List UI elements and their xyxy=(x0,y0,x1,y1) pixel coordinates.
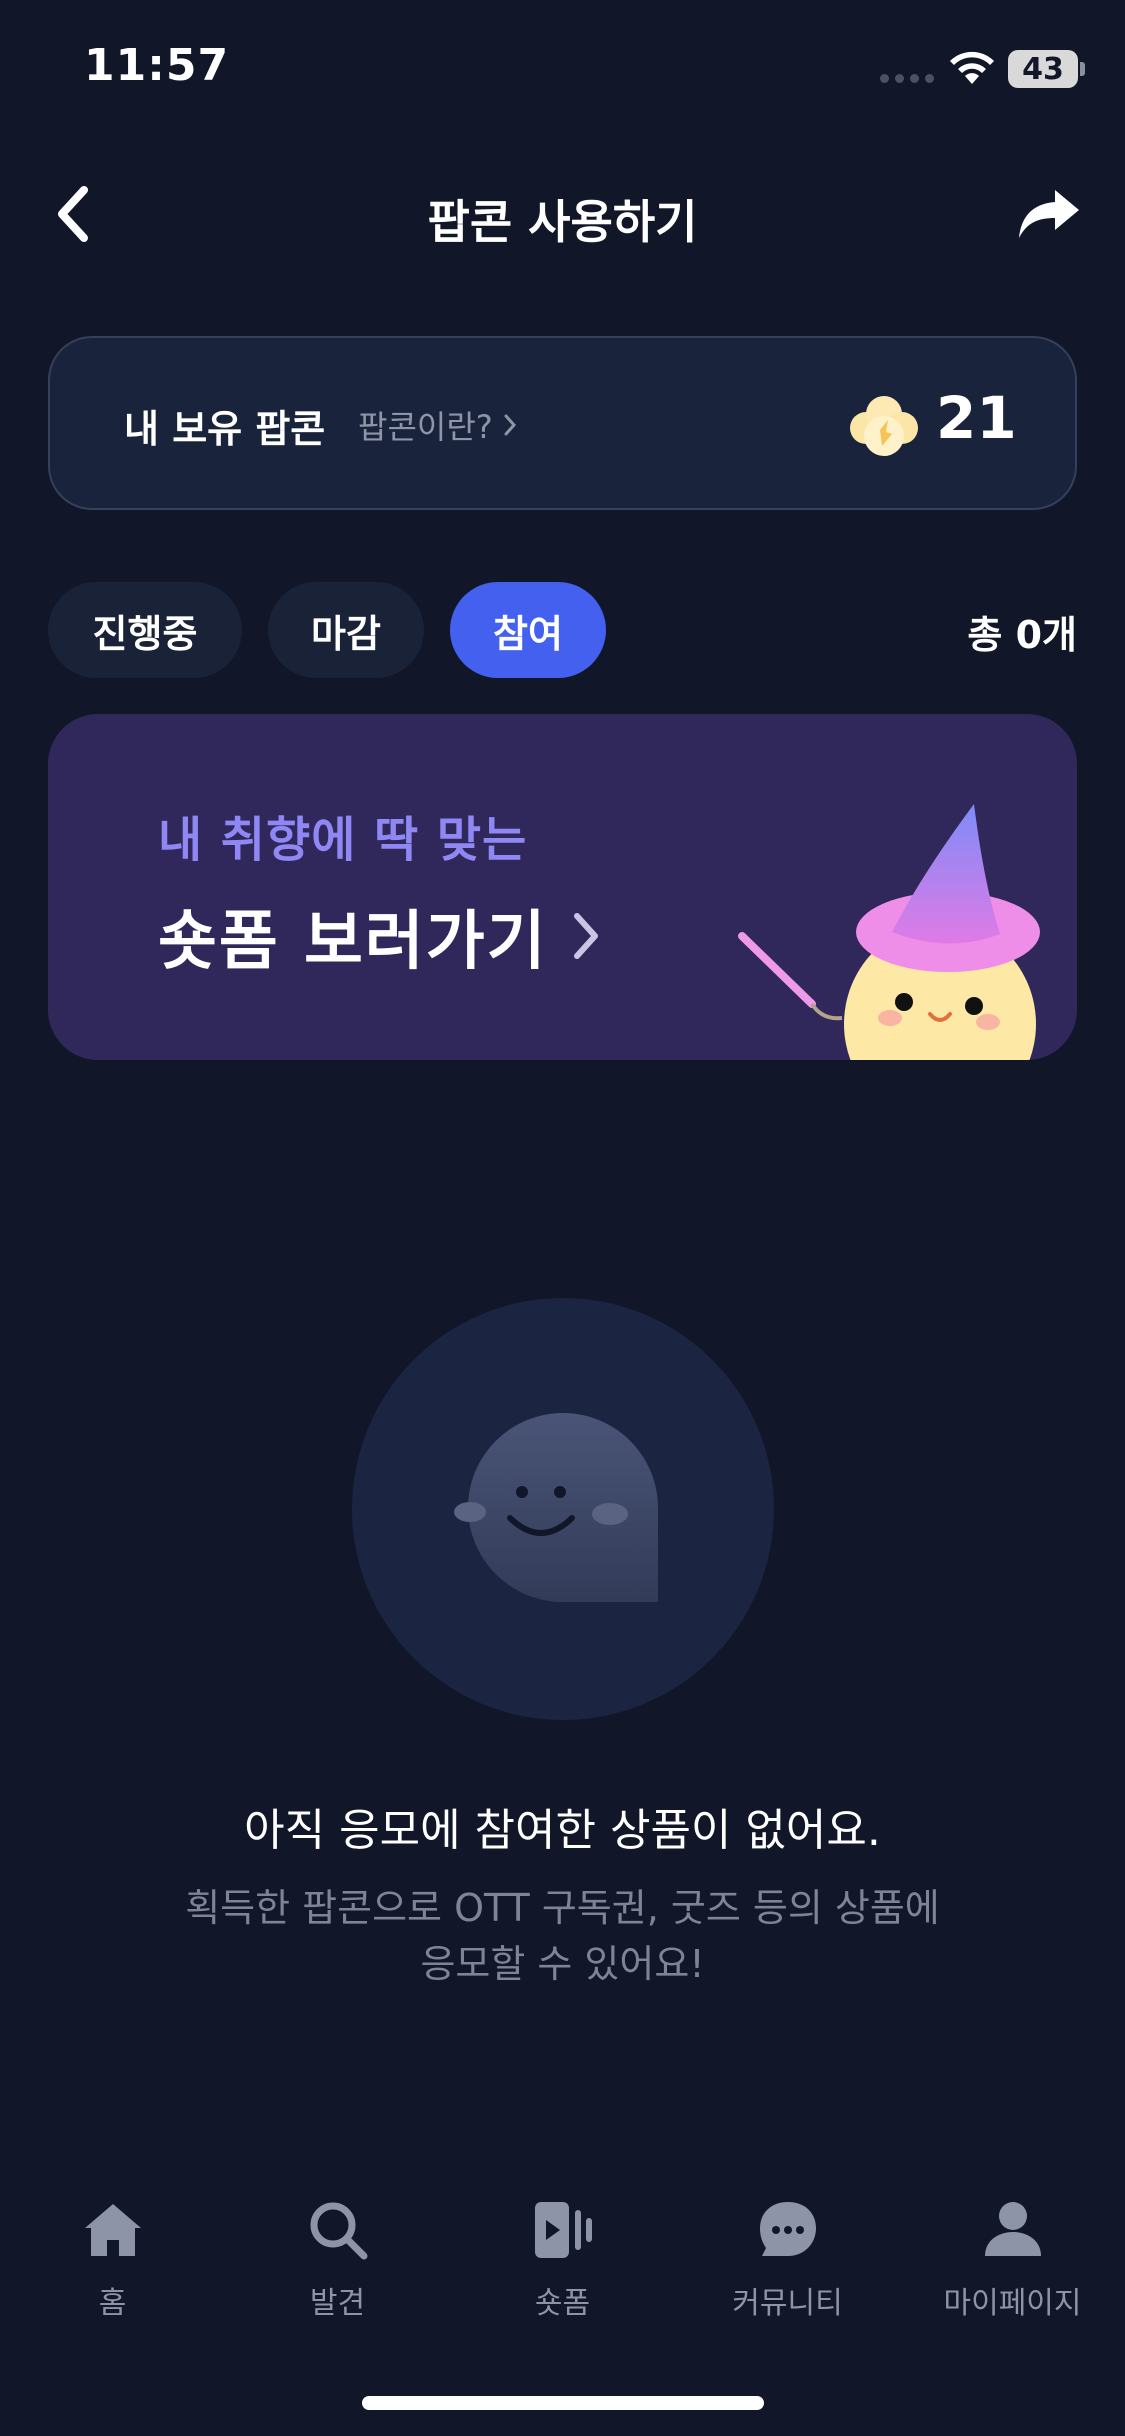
filter-chip-closed[interactable]: 마감 xyxy=(268,582,424,678)
tab-label: 숏폼 xyxy=(534,2286,591,2321)
wizard-mascot-illustration xyxy=(738,804,1040,1060)
home-icon xyxy=(84,2204,141,2256)
popcorn-help-link[interactable]: 팝콘이란? xyxy=(358,402,517,448)
tab-community[interactable]: 커뮤니티 xyxy=(675,2180,900,2350)
smiling-ghost-icon xyxy=(454,1413,658,1602)
empty-state-description: 획득한 팝콘으로 OTT 구독권, 굿즈 등의 상품에 응모할 수 있어요! xyxy=(0,1880,1125,1992)
empty-state-description-line: 응모할 수 있어요! xyxy=(420,1942,705,1986)
tab-label: 홈 xyxy=(98,2286,127,2321)
tab-label: 커뮤니티 xyxy=(732,2286,843,2321)
search-icon xyxy=(310,2202,367,2260)
battery-tip xyxy=(1080,62,1085,76)
status-bar: 11:57 43 xyxy=(0,0,1125,140)
total-count: 총 0개 xyxy=(967,613,1077,657)
shortform-icon xyxy=(534,2202,592,2258)
banner-subtitle: 내 취향에 딱 맞는 xyxy=(158,812,528,868)
tab-label: 마이페이지 xyxy=(943,2286,1082,2321)
filter-chip-participated[interactable]: 참여 xyxy=(450,582,606,678)
tab-mypage[interactable]: 마이페이지 xyxy=(900,2180,1125,2350)
empty-state-title: 아직 응모에 참여한 상품이 없어요. xyxy=(244,1805,881,1856)
popcorn-count: 21 xyxy=(936,384,1017,452)
status-time: 11:57 xyxy=(84,40,230,91)
popcorn-balance-card: 내 보유 팝콘 팝콘이란? 21 xyxy=(48,336,1077,510)
tab-shortform[interactable]: 숏폼 xyxy=(450,2180,675,2350)
chat-bubble-icon xyxy=(759,2202,816,2256)
filter-chip-in-progress[interactable]: 진행중 xyxy=(48,582,242,678)
popcorn-balance-label: 내 보유 팝콘 xyxy=(124,407,326,451)
home-indicator xyxy=(362,2396,764,2410)
wifi-icon xyxy=(950,51,994,84)
share-arrow-icon xyxy=(1019,190,1079,238)
tab-label: 발견 xyxy=(309,2286,366,2321)
chevron-right-icon xyxy=(504,414,516,436)
popcorn-help-label: 팝콘이란? xyxy=(358,408,493,446)
popcorn-icon xyxy=(850,396,918,456)
tab-home[interactable]: 홈 xyxy=(0,2180,225,2350)
screen: 11:57 43 팝콘 사용하기 내 보유 팝콘 팝콘이란? 21 진행중 마감… xyxy=(0,0,1125,2436)
share-button[interactable] xyxy=(1009,178,1089,250)
bottom-tab-bar: 홈 발견 숏폼 커뮤니티 마이페이지 xyxy=(0,2180,1125,2350)
banner-title-row: 숏폼 보러가기 xyxy=(158,890,600,982)
cellular-signal-icon xyxy=(880,74,934,83)
battery-indicator: 43 xyxy=(1008,50,1078,88)
person-icon xyxy=(984,2202,1041,2256)
empty-state-description-line: 획득한 팝콘으로 OTT 구독권, 굿즈 등의 상품에 xyxy=(185,1886,940,1930)
banner-title: 숏폼 보러가기 xyxy=(158,905,548,979)
page-title: 팝콘 사용하기 xyxy=(427,195,698,249)
header: 팝콘 사용하기 xyxy=(0,160,1125,270)
filter-chip-group: 진행중 마감 참여 xyxy=(48,582,606,678)
shortform-promo-banner[interactable]: 내 취향에 딱 맞는 숏폼 보러가기 xyxy=(48,714,1077,1060)
tab-discover[interactable]: 발견 xyxy=(225,2180,450,2350)
chevron-right-icon xyxy=(573,913,598,959)
